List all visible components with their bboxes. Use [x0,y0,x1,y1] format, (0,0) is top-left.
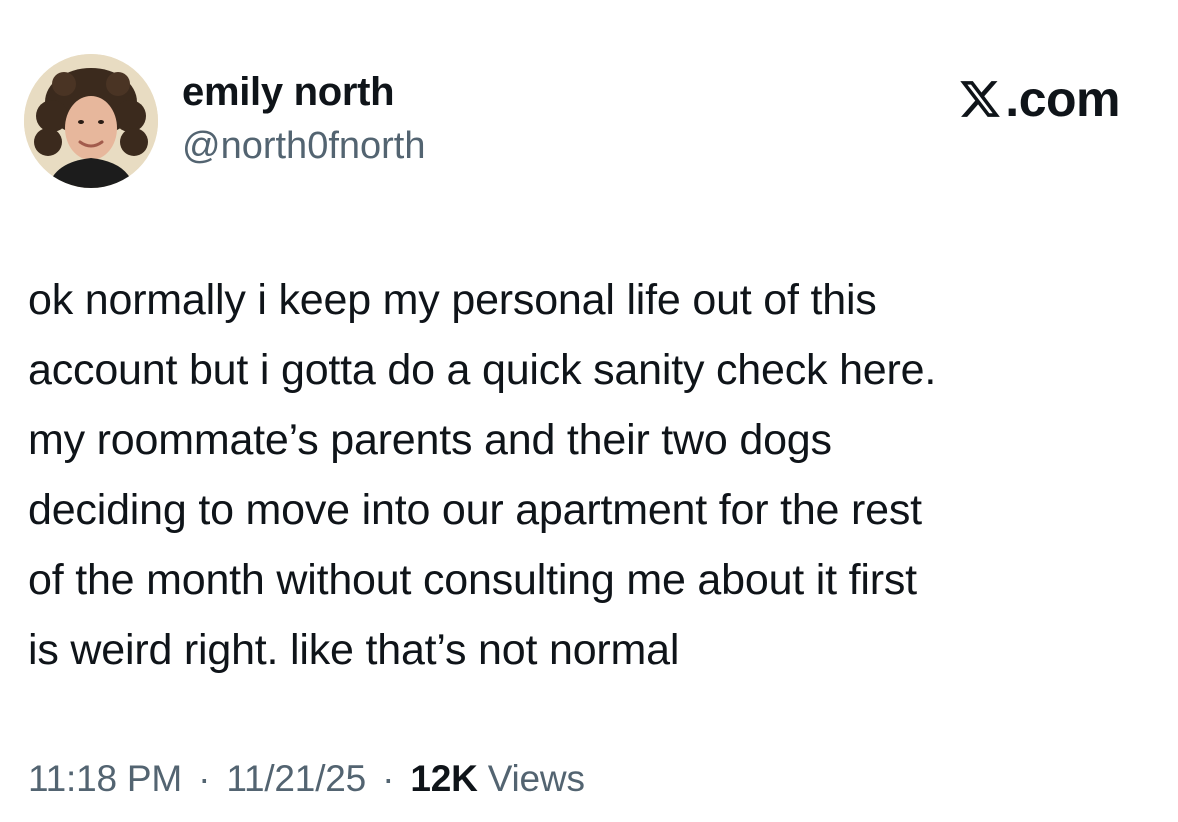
tweet-text: ok normally i keep my personal life out … [28,276,937,674]
x-logo: .com [957,70,1120,128]
user-handle[interactable]: @north0fnorth [182,125,426,168]
meta-separator: · [198,758,211,799]
display-name[interactable]: emily north [182,70,395,115]
tweet-card: emily north @north0fnorth .com ok normal… [0,0,1178,822]
tweet-time[interactable]: 11:18 PM [28,758,182,799]
meta-separator: · [382,758,395,799]
avatar-image [24,54,158,188]
tweet-meta: 11:18 PM · 11/21/25 · 12K Views [28,758,585,800]
views-count: 12K [410,758,478,799]
views-label: Views [487,758,585,799]
logo-domain-text: .com [1005,71,1120,127]
avatar[interactable] [24,54,158,188]
tweet-date[interactable]: 11/21/25 [226,758,366,799]
x-logo-icon [960,81,1001,117]
